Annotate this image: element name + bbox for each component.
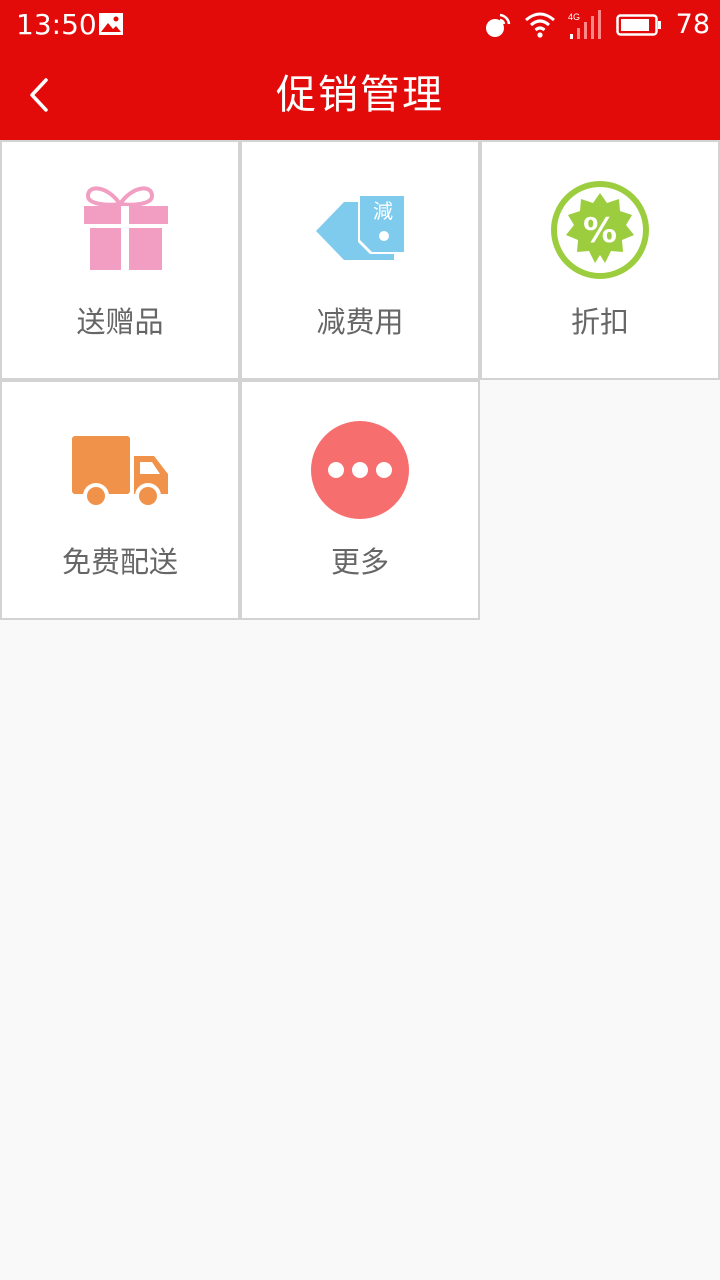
- menu-item-gift[interactable]: 送赠品: [0, 140, 240, 380]
- battery-icon: [615, 14, 661, 36]
- battery-level: 78: [675, 9, 710, 40]
- svg-text:4G: 4G: [568, 12, 580, 22]
- status-time: 13:50: [16, 8, 97, 41]
- percent-badge-icon: %: [551, 181, 649, 279]
- discount-tag-icon: 減: [316, 194, 406, 260]
- menu-item-label: 折扣: [570, 305, 629, 339]
- gift-icon: [84, 186, 168, 270]
- gallery-icon: [99, 13, 123, 35]
- page-title: 促销管理: [276, 72, 444, 118]
- svg-text:%: %: [583, 211, 617, 251]
- hotspot-icon: [485, 13, 510, 37]
- menu-item-discount[interactable]: % 折扣: [480, 140, 720, 380]
- menu-item-more[interactable]: 更多: [240, 380, 480, 620]
- menu-item-label: 免费配送: [61, 545, 178, 579]
- svg-text:減: 減: [373, 199, 393, 223]
- menu-item-label: 更多: [330, 545, 389, 579]
- app-bar: 促销管理: [0, 50, 720, 140]
- menu-item-reduce-fee[interactable]: 減 减费用: [240, 140, 480, 380]
- delivery-truck-icon: [72, 436, 168, 509]
- menu-item-label: 减费用: [316, 305, 404, 339]
- menu-item-label: 送赠品: [76, 305, 164, 339]
- wifi-icon: [524, 12, 555, 38]
- more-icon: [311, 421, 409, 519]
- status-bar: 13:50 4G 78: [0, 0, 720, 50]
- signal-4g-icon: 4G: [568, 10, 601, 39]
- menu-item-free-delivery[interactable]: 免费配送: [0, 380, 240, 620]
